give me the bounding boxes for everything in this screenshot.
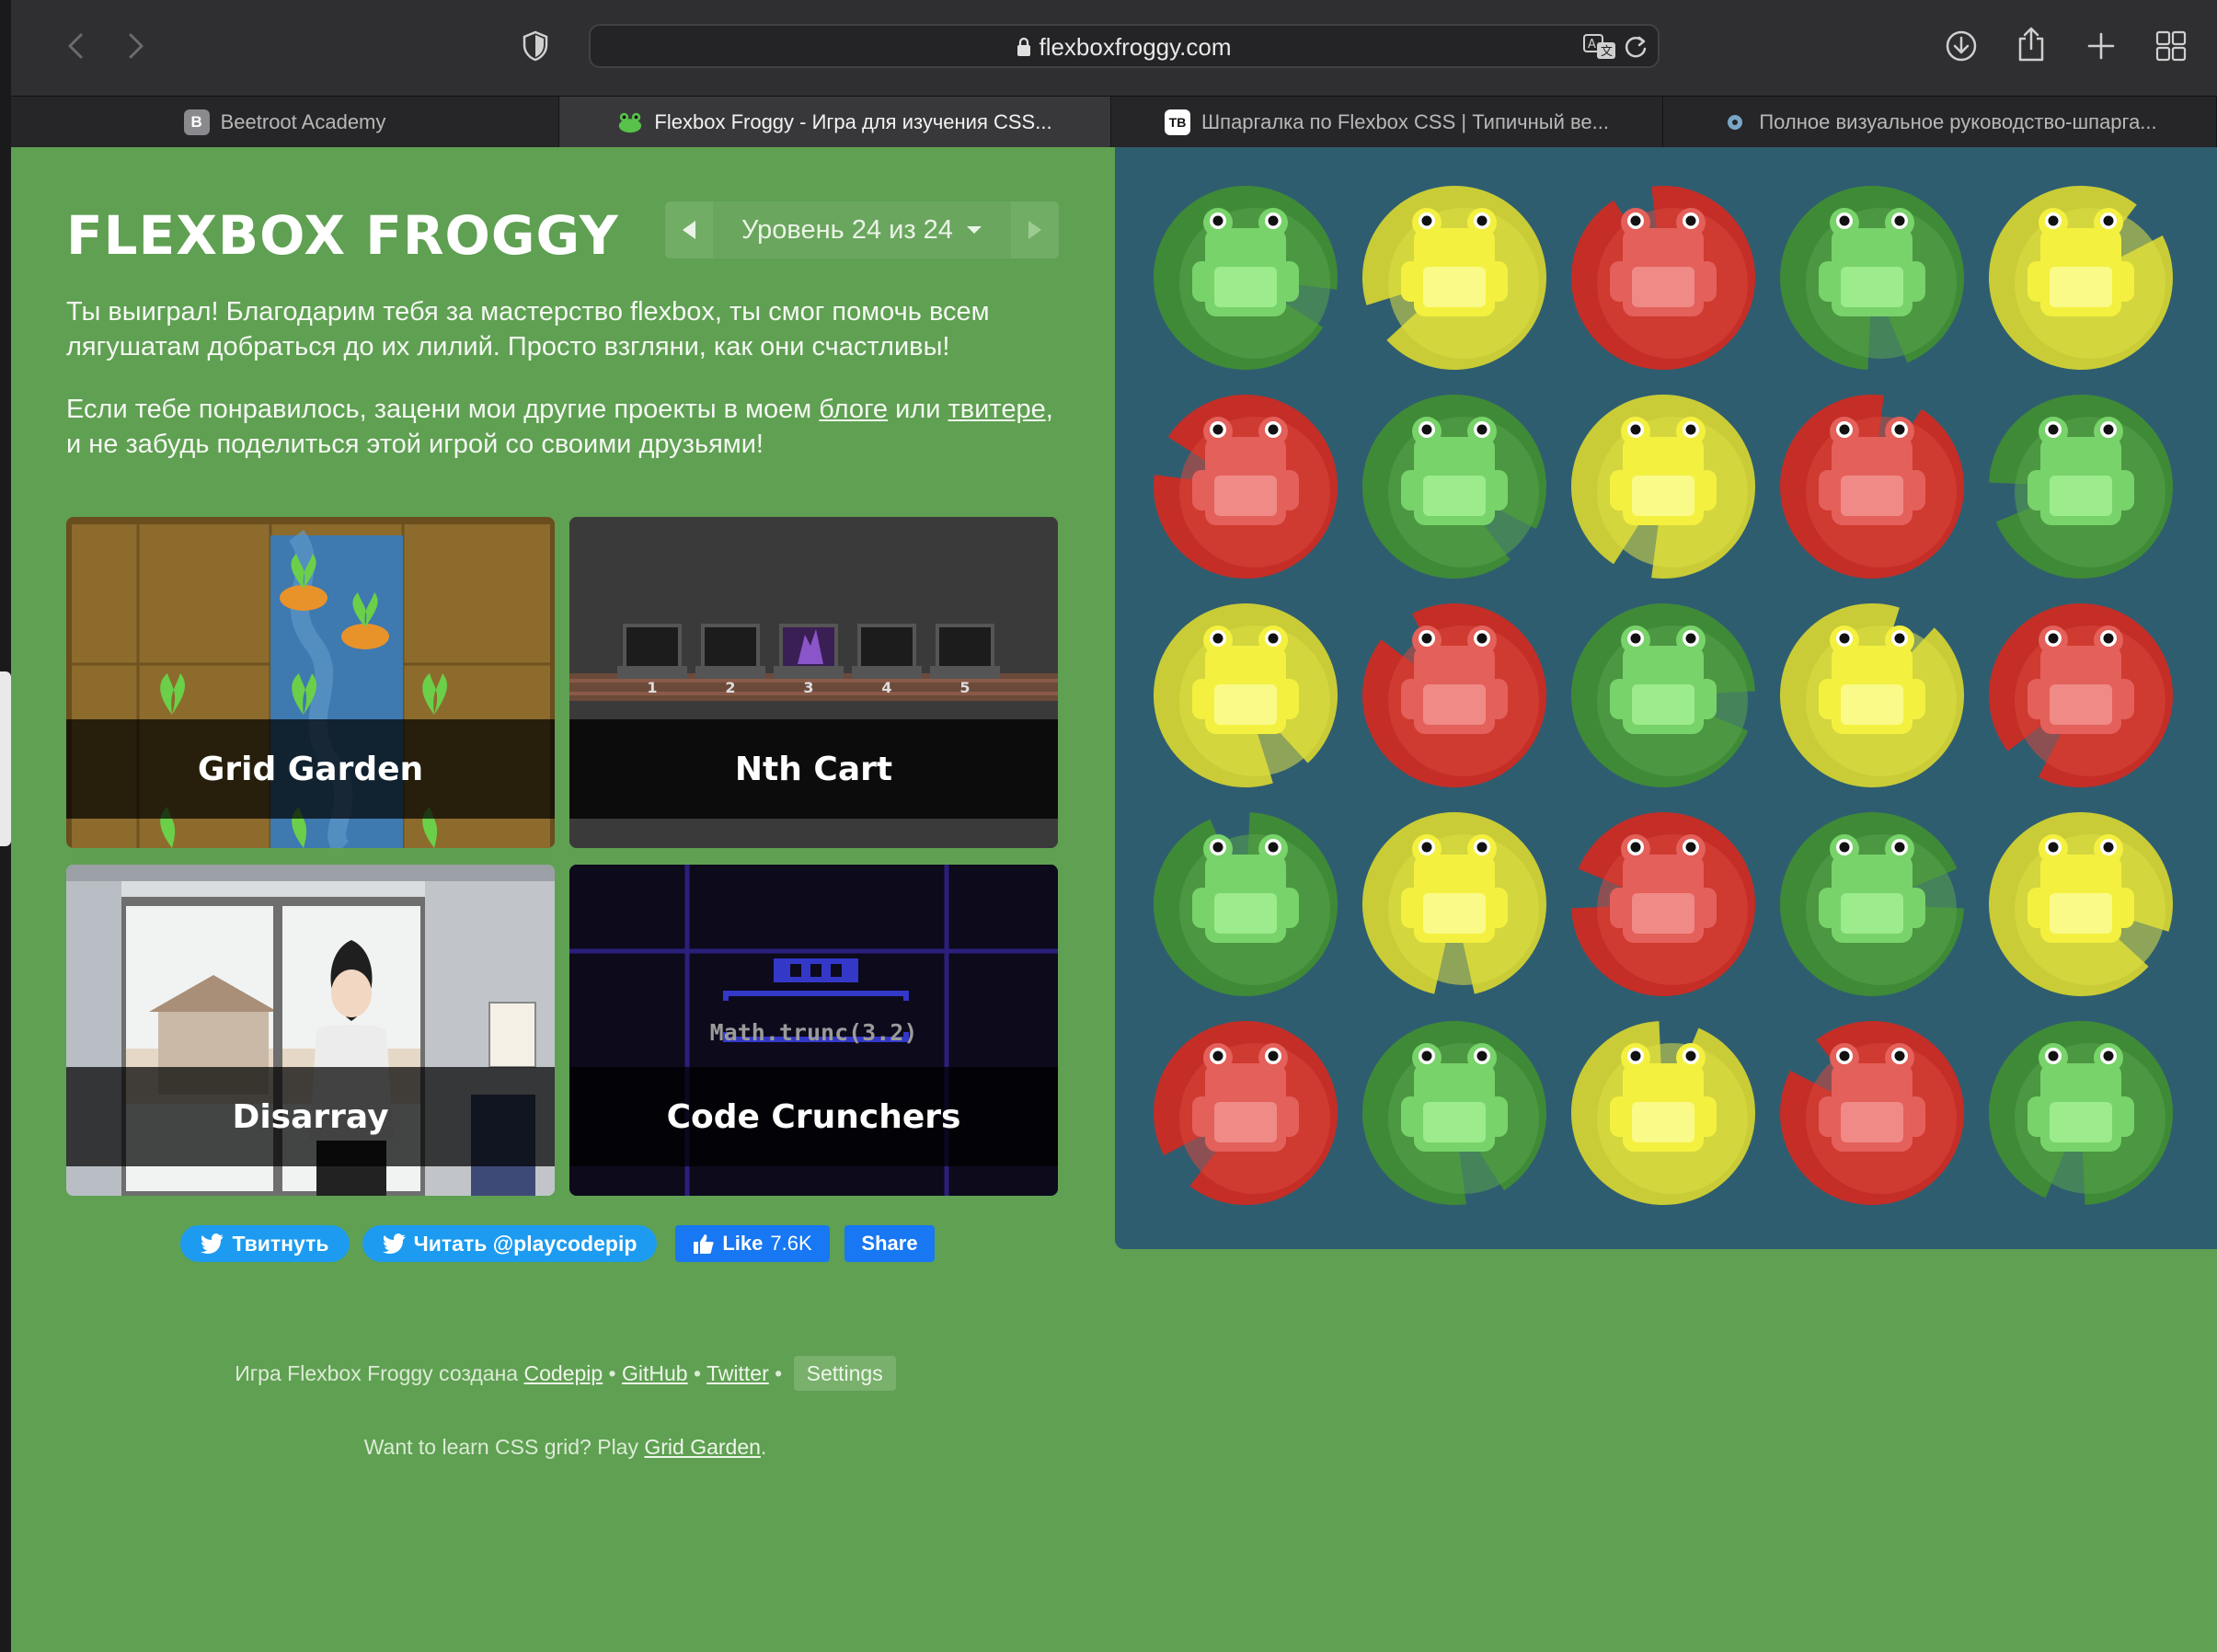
facebook-like-button[interactable]: Like 7.6K <box>675 1225 830 1262</box>
page-title: FLEXBOX FROGGY <box>66 204 619 267</box>
level-indicator: Уровень 24 из 24 <box>741 214 953 245</box>
card-title: Grid Garden <box>66 719 555 819</box>
blog-link[interactable]: блоге <box>819 395 888 424</box>
credits-line: Игра Flexbox Froggy создана Codepip • Gi… <box>66 1356 1064 1391</box>
twitter-bird-icon <box>382 1233 406 1254</box>
tab-label: Flexbox Froggy - Игра для изучения CSS..… <box>654 110 1052 133</box>
tab-label: Шпаргалка по Flexbox CSS | Типичный ве..… <box>1201 110 1609 133</box>
cart-number: 2 <box>725 679 736 696</box>
share-icon[interactable] <box>2011 24 2051 64</box>
back-icon[interactable] <box>57 28 94 64</box>
level-dropdown[interactable]: Уровень 24 из 24 <box>713 201 1011 258</box>
cart-number: 1 <box>647 679 658 696</box>
github-link[interactable]: GitHub <box>622 1361 688 1385</box>
twitter-footer-link[interactable]: Twitter <box>706 1361 769 1385</box>
cart-number: 3 <box>803 679 814 696</box>
gear-favicon-icon <box>1722 109 1748 135</box>
next-level-button[interactable] <box>1011 201 1059 258</box>
code-snippet: Math.trunc(3.2) <box>709 1019 918 1046</box>
next-arrow-icon <box>1028 221 1041 239</box>
settings-button[interactable]: Settings <box>793 1356 896 1391</box>
prev-level-button[interactable] <box>665 201 713 258</box>
svg-text:文: 文 <box>1601 45 1613 59</box>
tb-favicon-icon: TB <box>1165 109 1190 135</box>
facebook-share-button[interactable]: Share <box>844 1225 935 1262</box>
cart-number: 4 <box>881 679 892 696</box>
forward-icon[interactable] <box>118 28 155 64</box>
thumbs-up-icon <box>694 1234 715 1254</box>
tab-overview-icon[interactable] <box>2151 26 2191 66</box>
tab-label: Полное визуальное руководство-шпарга... <box>1759 110 2157 133</box>
win-message: Ты выиграл! Благодарим тебя за мастерств… <box>66 297 990 361</box>
cart-number: 5 <box>959 679 971 696</box>
pond-board <box>1115 147 2217 1249</box>
new-tab-icon[interactable] <box>2081 26 2121 66</box>
tab-flexbox-froggy[interactable]: Flexbox Froggy - Игра для изучения CSS..… <box>559 97 1111 148</box>
tab-flexbox-cheatsheet[interactable]: TB Шпаргалка по Flexbox CSS | Типичный в… <box>1111 97 1663 148</box>
lock-icon <box>1017 28 1031 70</box>
tab-label: Beetroot Academy <box>220 110 386 133</box>
url-text: flexboxfroggy.com <box>1039 33 1232 61</box>
downloads-icon[interactable] <box>1941 26 1982 66</box>
address-bar[interactable]: flexboxfroggy.com A文 <box>589 24 1660 68</box>
grid-garden-promo: Want to learn CSS grid? Play Grid Garden… <box>363 1435 767 1459</box>
window-edge <box>0 671 11 846</box>
level-selector: Уровень 24 из 24 <box>665 201 1059 258</box>
cart-numbers: 1 2 3 4 5 <box>569 679 1058 706</box>
card-title: Disarray <box>66 1067 555 1166</box>
card-title: Nth Cart <box>569 719 1058 819</box>
card-title: Code Crunchers <box>569 1067 1058 1166</box>
nth-cart-card[interactable]: 1 2 3 4 5 Nth Cart <box>569 517 1058 848</box>
tweet-button[interactable]: Твитнуть <box>180 1225 350 1262</box>
grid-garden-card[interactable]: Grid Garden <box>66 517 555 848</box>
frog-favicon-icon <box>617 109 643 135</box>
svg-text:A: A <box>1588 38 1596 52</box>
like-count: 7.6K <box>770 1232 812 1255</box>
twitter-bird-icon <box>201 1233 224 1254</box>
grid-garden-link[interactable]: Grid Garden <box>644 1435 761 1459</box>
beetroot-favicon-icon: B <box>183 109 210 135</box>
follow-button[interactable]: Читать @playcodepip <box>362 1225 657 1262</box>
browser-toolbar: flexboxfroggy.com A文 <box>11 0 2217 96</box>
privacy-shield-icon[interactable] <box>515 26 556 66</box>
code-crunchers-card[interactable]: Math.trunc(3.2) Code Crunchers <box>569 865 1058 1196</box>
chevron-down-icon <box>966 226 982 234</box>
disarray-card[interactable]: Disarray <box>66 865 555 1196</box>
codepip-link[interactable]: Codepip <box>523 1361 603 1385</box>
reload-icon[interactable] <box>1623 34 1648 63</box>
prev-arrow-icon <box>683 221 695 239</box>
twitter-link[interactable]: твитере <box>948 395 1046 424</box>
tab-bar: B Beetroot Academy Flexbox Froggy - Игра… <box>11 96 2217 148</box>
lilypad-grid <box>1154 185 2173 1206</box>
share-message: Если тебе понравилось, зацени мои другие… <box>66 395 1053 459</box>
tab-beetroot-academy[interactable]: B Beetroot Academy <box>11 97 559 148</box>
tab-visual-guide[interactable]: Полное визуальное руководство-шпарга... <box>1663 97 2217 148</box>
translate-icon[interactable]: A文 <box>1582 33 1617 64</box>
